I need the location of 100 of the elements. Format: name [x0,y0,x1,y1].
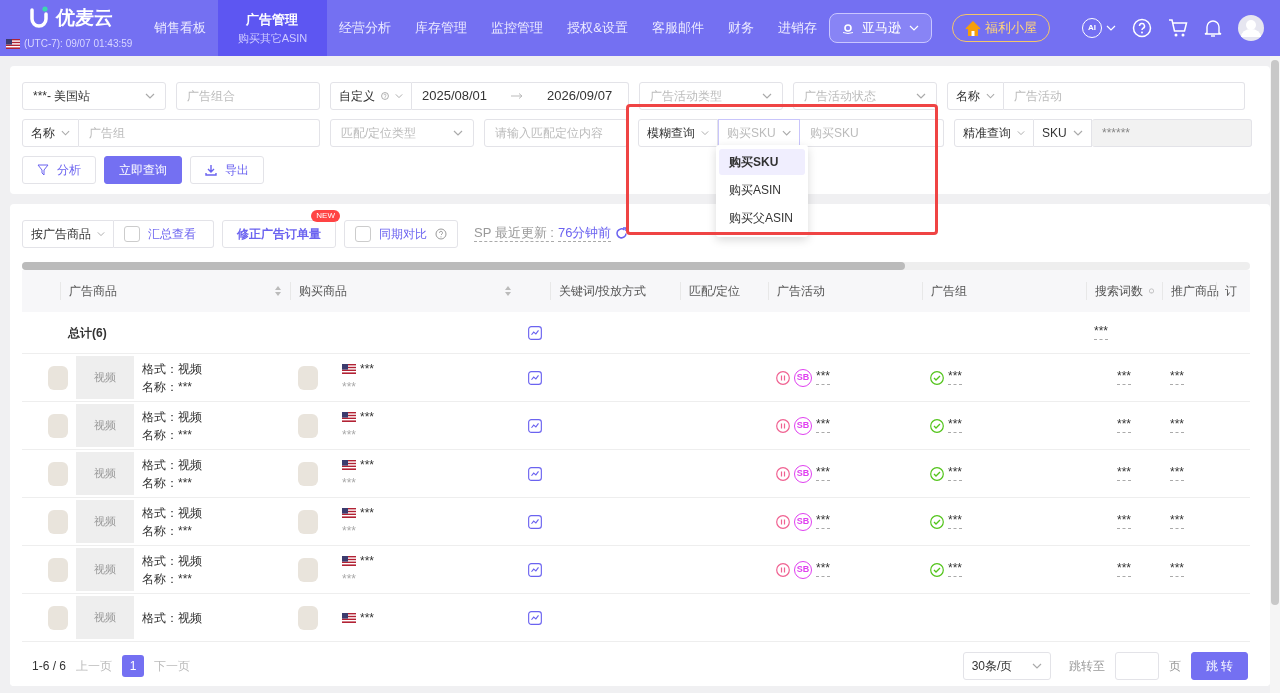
chart-icon [528,369,542,386]
ad-format: 格式：视频 [142,504,202,522]
page-size-select[interactable]: 30条/页 [962,652,1051,680]
chart-icon [528,465,542,482]
date-mode-select[interactable]: 自定义 [330,82,412,110]
adgroup-name: *** [948,370,962,385]
nav-menu-item[interactable]: 广告管理 购买其它ASIN [217,0,328,56]
column-header: 匹配/定位 [689,283,741,300]
date-range-field[interactable]: 2025/08/01 2026/09/07 [412,82,629,110]
sku-type-select[interactable]: SKU [1034,119,1092,147]
product-photo [48,509,68,534]
purchased-product: *** [360,552,374,570]
chevron-down-icon [1017,130,1025,136]
chevron-down-icon [909,25,919,31]
video-thumbnail: 视频 [76,500,134,543]
nav-menu-item[interactable]: 销售看板 [141,0,218,56]
purchased-product: *** [360,456,374,474]
help-icon [435,228,447,240]
table-cell: *** [1170,370,1184,385]
video-thumbnail: 视频 [76,452,134,495]
pause-icon [776,370,790,385]
help-icon [1132,18,1152,38]
update-label: SP 最近更新 : [474,226,554,242]
nav-menu-item[interactable]: 监控管理 [479,0,556,56]
table-cell: *** [1117,370,1131,385]
dropdown-option[interactable]: 购买SKU [719,149,805,175]
go-button[interactable]: 跳 转 [1190,652,1248,680]
column-header: 购买商品 [299,283,347,300]
chart-icon [528,417,542,434]
analyze-button[interactable]: 分析 [22,156,96,184]
summary-toggle[interactable]: 汇总查看 [114,220,214,248]
check-circle-icon [930,370,944,385]
nav-menu-item[interactable]: 授权&设置 [555,0,640,56]
column-header: 推广商品 [1171,283,1219,300]
nav-menu-item[interactable]: 财务 [716,0,766,56]
table-cell: *** [1117,562,1131,577]
field-type-select[interactable]: 名称 [22,119,79,147]
pause-icon [776,466,790,481]
product-photo [298,557,318,582]
purchased-product: *** [360,408,374,426]
refresh-icon [615,227,629,241]
nav-menu-item[interactable]: 经营分析 [327,0,404,56]
query-mode-select[interactable]: 精准查询 [954,119,1034,147]
vertical-scrollbar[interactable] [1270,56,1280,693]
product-photo [48,557,68,582]
match-content-field[interactable]: 请输入匹配定位内容 [484,119,628,147]
ad-name: 名称：*** [142,426,193,444]
flag-icon [342,411,356,422]
sku-field[interactable]: ****** [1092,119,1252,147]
product-photo [48,413,68,438]
field-type-select[interactable]: 名称 [947,82,1004,110]
adgroup-field[interactable]: 广告组 [79,119,320,147]
chevron-down-icon [1072,130,1083,136]
shop-select[interactable]: ***- 美国站 [22,82,166,110]
ad-name: 名称：*** [142,522,193,540]
compare-toggle[interactable]: 同期对比 [344,220,458,248]
video-thumbnail: 视频 [76,596,134,639]
campaign-name: *** [816,562,830,577]
column-header: 广告组 [931,283,967,300]
campaign-field[interactable]: 广告活动 [1004,82,1245,110]
fix-orders-button[interactable]: 修正广告订单量 [222,220,336,248]
product-photo [48,605,68,630]
platform-select[interactable]: 亚马逊 [829,13,932,43]
update-time: 76分钟前 [557,226,612,242]
bell-icon [1204,18,1222,38]
campaign-name: *** [816,466,830,481]
export-button[interactable]: 导出 [190,156,264,184]
query-mode-select[interactable]: 模糊查询 [638,119,718,147]
dropdown-option[interactable]: 购买父ASIN [719,205,805,231]
buy-field-select[interactable]: 购买SKU [718,119,800,147]
checkbox[interactable] [355,226,371,242]
nav-menu-item[interactable]: 库存管理 [403,0,480,56]
group-by-select[interactable]: 按广告商品 [22,220,114,248]
portfolio-field[interactable]: 广告组合 [176,82,320,110]
chart-icon [528,513,542,530]
jump-label: 跳转至 [1068,658,1105,675]
nav-menu-item[interactable]: 进销存 [766,0,829,56]
pause-icon [776,418,790,433]
ad-format: 格式：视频 [142,360,202,378]
check-circle-icon [930,562,944,577]
cart-icon [1168,18,1188,38]
buy-sku-field[interactable]: 购买SKU [800,119,944,147]
query-button[interactable]: 立即查询 [104,156,182,184]
nav-menu-item[interactable]: 客服邮件 [640,0,716,56]
column-header: 广告商品 [69,283,117,300]
match-type-select[interactable]: 匹配/定位类型 [330,119,474,147]
house-icon [965,20,981,36]
page-range: 1-6 / 6 [32,658,67,675]
chevron-down-icon [395,93,403,99]
video-thumbnail: 视频 [76,404,134,447]
adgroup-name: *** [948,562,962,577]
horizontal-scrollbar[interactable] [22,262,1250,270]
adgroup-name: *** [948,514,962,529]
page-number[interactable]: 1 [122,655,145,677]
column-header: 广告活动 [777,283,825,300]
purchased-asin: *** [342,474,357,492]
checkbox[interactable] [124,226,140,242]
chevron-down-icon [1106,25,1116,31]
page-input[interactable] [1114,652,1159,680]
dropdown-option[interactable]: 购买ASIN [719,177,805,203]
